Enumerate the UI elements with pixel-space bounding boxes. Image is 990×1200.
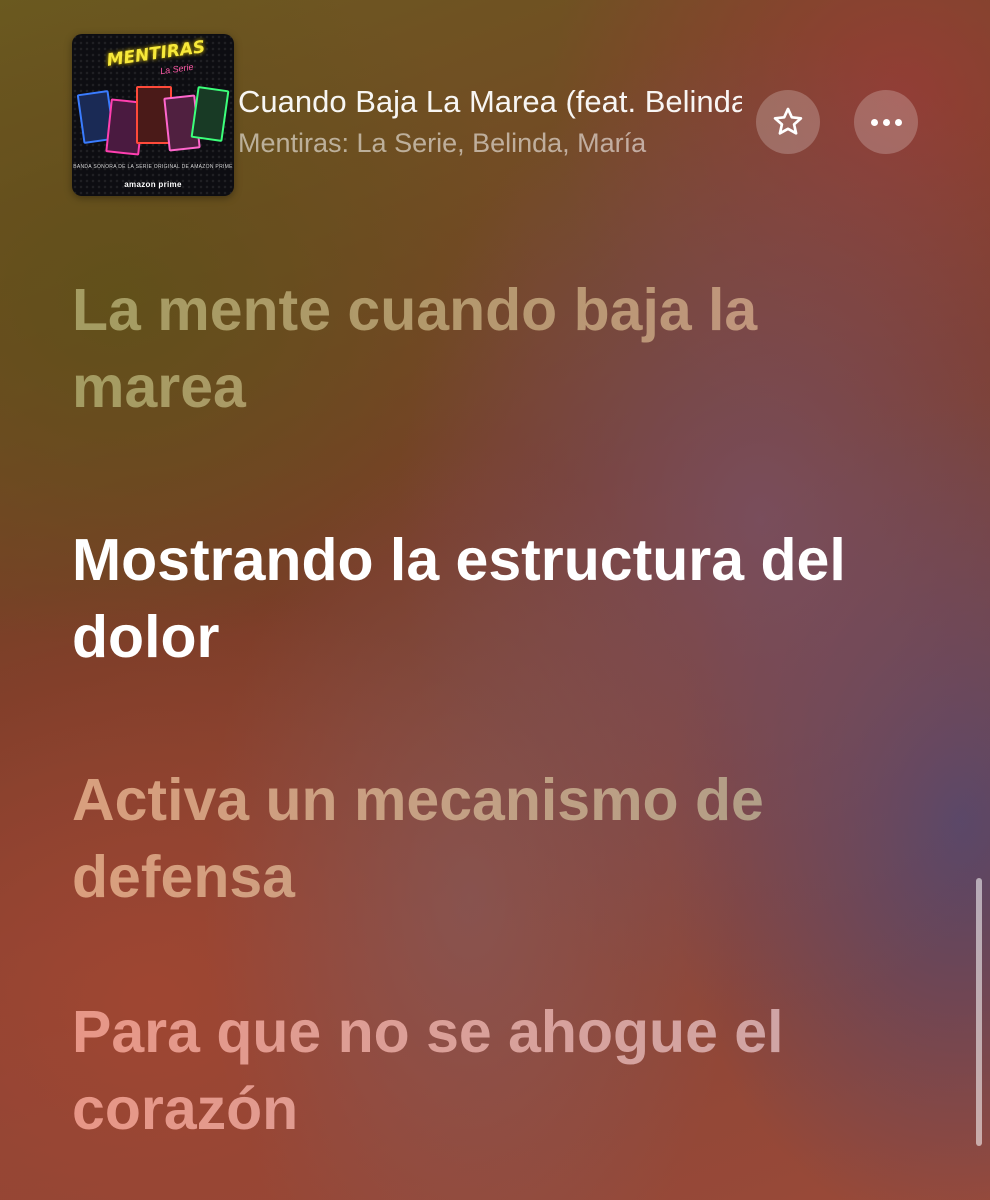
lyric-line-past[interactable]: La mente cuando baja la marea bbox=[72, 272, 932, 426]
lyric-line-current[interactable]: Mostrando la estructura del dolor bbox=[72, 522, 932, 676]
scrollbar[interactable] bbox=[976, 878, 982, 1146]
album-artwork[interactable]: MENTIRAS La Serie BANDA SONORA DE LA SER… bbox=[72, 34, 234, 196]
lyric-line-upcoming[interactable]: Activa un mecanismo de defensa bbox=[72, 762, 932, 916]
lyric-line-upcoming[interactable]: Para que no se ahogue el corazón bbox=[72, 994, 932, 1148]
more-options-button[interactable] bbox=[854, 90, 918, 154]
star-outline-icon bbox=[773, 107, 803, 135]
now-playing-header: MENTIRAS La Serie BANDA SONORA DE LA SER… bbox=[0, 0, 990, 220]
ellipsis-icon bbox=[870, 118, 902, 126]
song-artist[interactable]: Mentiras: La Serie, Belinda, María bbox=[238, 128, 742, 168]
song-title[interactable]: Cuando Baja La Marea (feat. Belinda) bbox=[238, 84, 742, 124]
artwork-brand: amazon prime bbox=[124, 180, 182, 189]
favorite-button[interactable] bbox=[756, 90, 820, 154]
artwork-caption: BANDA SONORA DE LA SERIE ORIGINAL DE AMA… bbox=[73, 164, 233, 170]
